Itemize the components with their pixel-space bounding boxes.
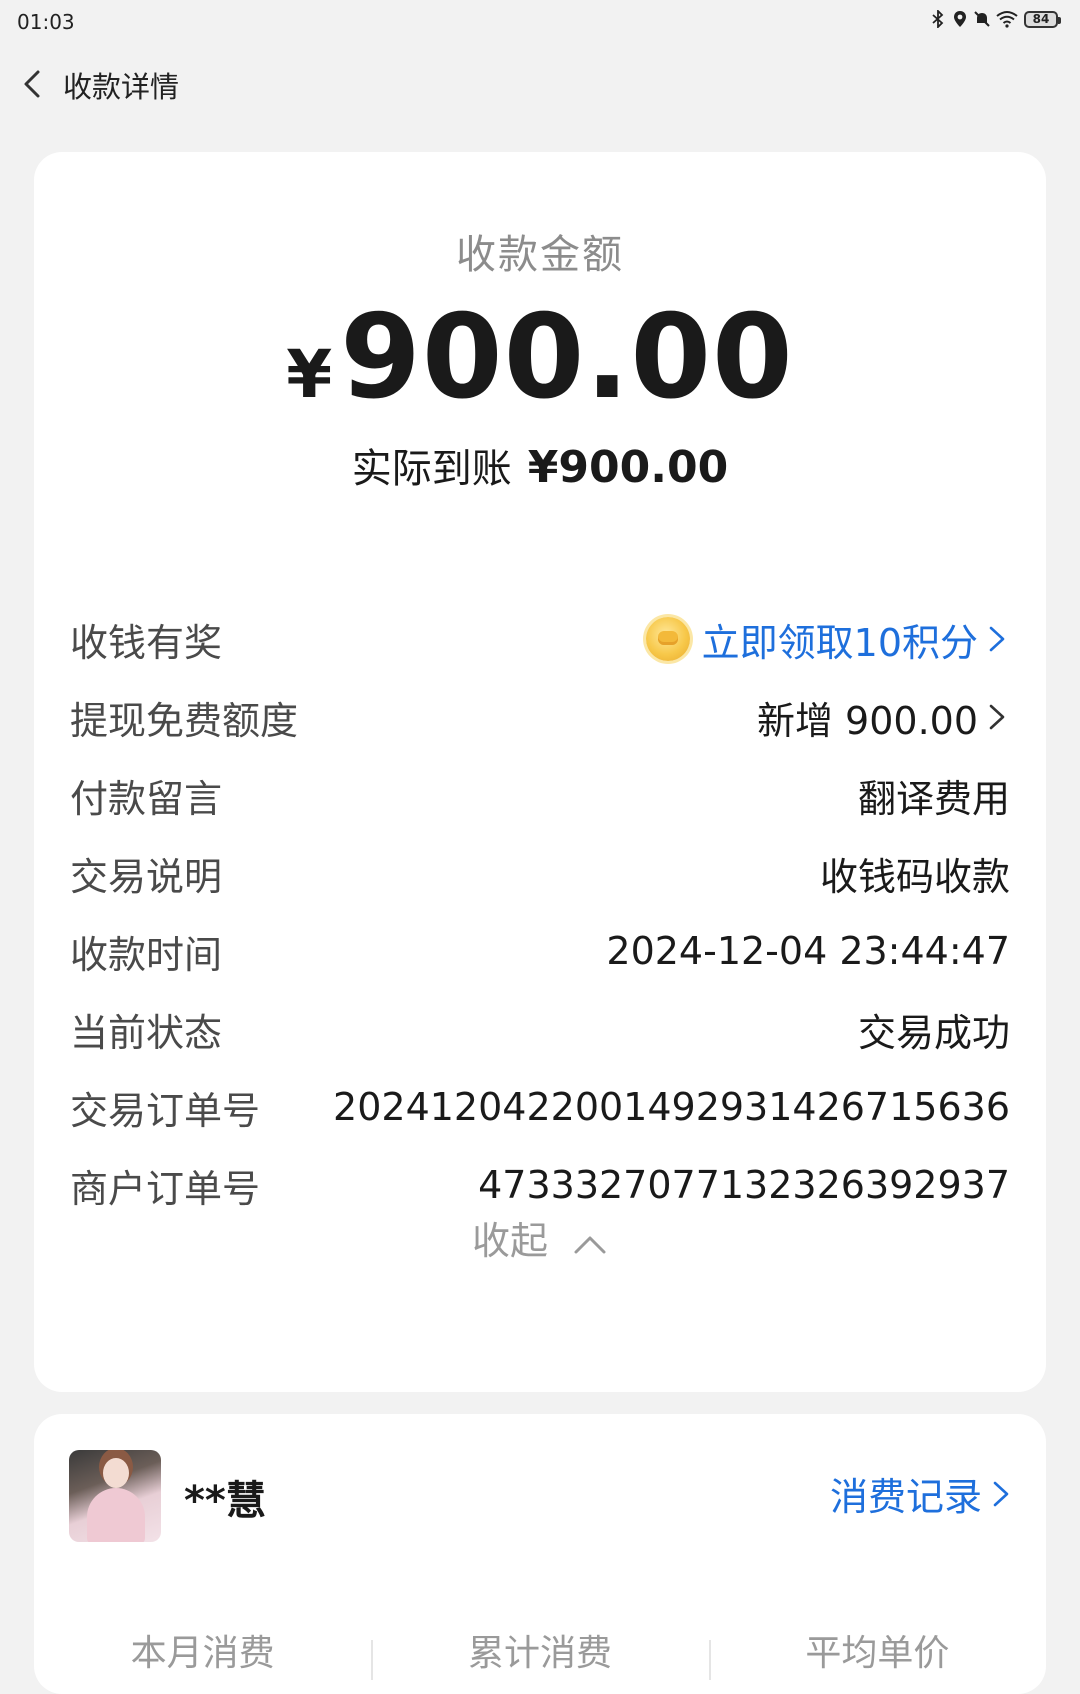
free-quota-label: 提现免费额度 bbox=[70, 698, 299, 743]
chevron-right-icon bbox=[989, 626, 1005, 652]
order-number-value: 2024120422001492931426715636 bbox=[333, 1085, 1010, 1129]
status-time: 01:03 bbox=[17, 10, 75, 34]
status-icons: 84 bbox=[930, 8, 1061, 30]
status-value: 交易成功 bbox=[857, 1010, 1010, 1055]
receipt-time-row: 收款时间 2024-12-04 23:44:47 bbox=[70, 912, 1010, 990]
page-title: 收款详情 bbox=[63, 70, 180, 104]
stat-average: 平均单价 bbox=[708, 1624, 1046, 1680]
payment-message-label: 付款留言 bbox=[70, 776, 223, 821]
payment-message-value: 翻译费用 bbox=[857, 776, 1010, 821]
claim-points-text: 立即领取10积分 bbox=[701, 620, 978, 665]
amount-value: 900.00 bbox=[340, 290, 794, 425]
stat-total: 累计消费 bbox=[371, 1624, 708, 1680]
claim-points-link[interactable]: 立即领取10积分 bbox=[645, 612, 1010, 667]
collapse-button[interactable]: 收起 bbox=[34, 1210, 1046, 1265]
chevron-right-icon bbox=[993, 1481, 1009, 1506]
gold-coin-icon bbox=[645, 617, 690, 661]
payer-card: **慧 消费记录 本月消费 累计消费 平均单价 bbox=[34, 1414, 1046, 1694]
transaction-desc-row: 交易说明 收钱码收款 bbox=[70, 834, 1010, 912]
amount-row: ¥900.00 bbox=[34, 290, 1046, 425]
merchant-order-label: 商户订单号 bbox=[70, 1166, 261, 1211]
free-quota-row[interactable]: 提现免费额度 新增 900.00 bbox=[70, 678, 1010, 756]
stat-monthly: 本月消费 bbox=[130, 1633, 275, 1674]
back-arrow-icon bbox=[24, 70, 40, 98]
merchant-order-value: 4733327077132326392937 bbox=[478, 1163, 1010, 1207]
battery-icon: 84 bbox=[1024, 10, 1061, 28]
consumption-stats: 本月消费 累计消费 平均单价 bbox=[34, 1624, 1046, 1680]
location-icon bbox=[952, 10, 968, 28]
reward-label: 收钱有奖 bbox=[70, 620, 223, 665]
actual-received-row: 实际到账 ¥900.00 bbox=[34, 436, 1046, 494]
receipt-time-value: 2024-12-04 23:44:47 bbox=[606, 929, 1010, 973]
order-number-label: 交易订单号 bbox=[70, 1088, 261, 1133]
actual-received-label: 实际到账 bbox=[351, 446, 512, 492]
chevron-up-icon bbox=[574, 1236, 606, 1253]
receipt-time-label: 收款时间 bbox=[70, 932, 223, 977]
payer-name: **慧 bbox=[184, 1478, 266, 1524]
payment-message-row: 付款留言 翻译费用 bbox=[70, 756, 1010, 834]
reward-row[interactable]: 收钱有奖 立即领取10积分 bbox=[70, 600, 1010, 678]
status-bar: 01:03 84 bbox=[0, 0, 1080, 44]
transaction-desc-value: 收钱码收款 bbox=[819, 854, 1010, 899]
transaction-desc-label: 交易说明 bbox=[70, 854, 223, 899]
consumption-records-label: 消费记录 bbox=[829, 1475, 982, 1519]
actual-received-value: ¥900.00 bbox=[527, 442, 729, 493]
bluetooth-icon bbox=[930, 8, 946, 30]
receipt-card: 收款金额 ¥900.00 实际到账 ¥900.00 收钱有奖 立即领取10积分 提… bbox=[34, 152, 1046, 1392]
free-quota-text: 新增 900.00 bbox=[756, 698, 978, 743]
consumption-records-link[interactable]: 消费记录 bbox=[830, 1466, 1014, 1521]
chevron-right-icon bbox=[989, 704, 1005, 730]
avatar bbox=[69, 1450, 161, 1542]
back-button[interactable] bbox=[16, 66, 52, 102]
nav-bar: 收款详情 bbox=[0, 52, 1080, 116]
mute-icon bbox=[974, 10, 990, 28]
amount-label: 收款金额 bbox=[456, 232, 624, 278]
status-row: 当前状态 交易成功 bbox=[70, 990, 1010, 1068]
collapse-label: 收起 bbox=[471, 1219, 548, 1263]
amount-currency: ¥ bbox=[286, 336, 333, 413]
status-label: 当前状态 bbox=[70, 1010, 223, 1055]
order-number-row: 交易订单号 2024120422001492931426715636 bbox=[70, 1068, 1010, 1146]
detail-list: 收钱有奖 立即领取10积分 提现免费额度 新增 900.00 付款留言 翻译费用… bbox=[70, 600, 1010, 1224]
free-quota-value[interactable]: 新增 900.00 bbox=[757, 690, 1010, 745]
wifi-icon bbox=[996, 10, 1018, 28]
